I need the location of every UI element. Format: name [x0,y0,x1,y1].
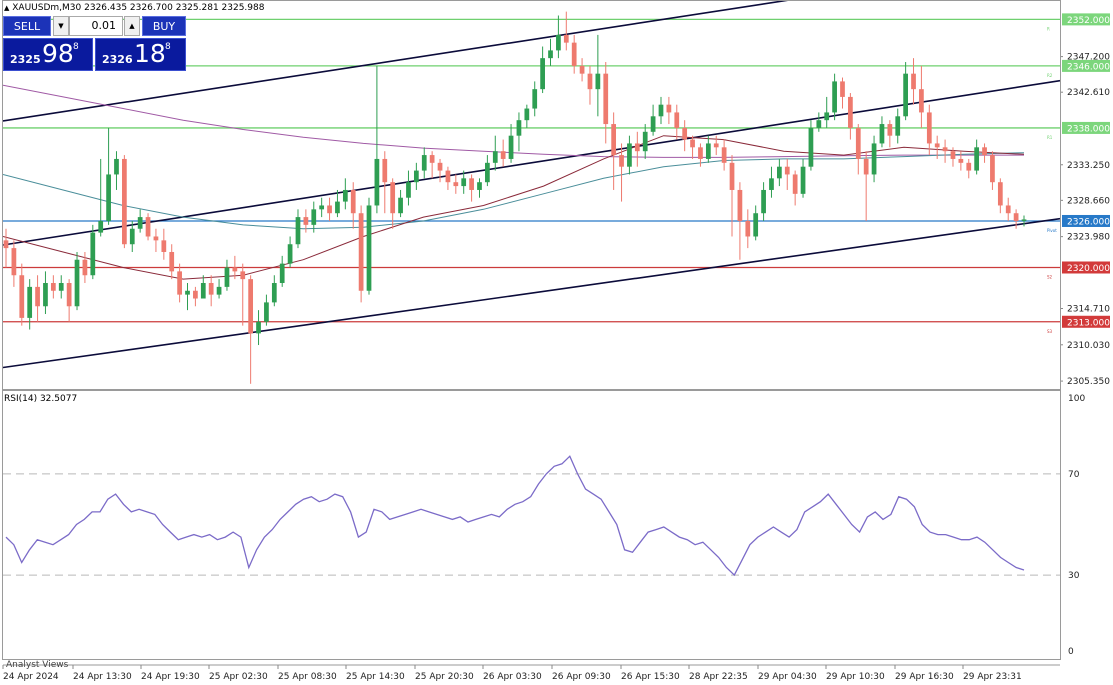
time-tick-label: 24 Apr 19:30 [141,672,200,682]
rsi-tick-label: 30 [1068,571,1080,581]
price-level-label: 2338.000 [1067,124,1110,134]
time-tick-label: 24 Apr 13:30 [73,672,132,682]
analyst-views-tab[interactable]: Analyst Views [6,660,68,670]
volume-increase-icon[interactable]: ▲ [124,16,140,36]
price-tick-label: 2314.710 [1067,305,1110,315]
volume-decrease-icon[interactable]: ▼ [53,16,69,36]
symbol-quote-text: XAUUSDm,M30 2326.435 2326.700 2325.281 2… [12,3,265,13]
price-tick-label: 2328.660 [1067,196,1110,206]
collapse-triangle-icon[interactable]: ▲ [4,4,9,12]
volume-input[interactable]: 0.01 [69,16,123,36]
buy-price-box[interactable]: 2326 18 8 [95,38,186,71]
symbol-info: ▲ XAUUSDm,M30 2326.435 2326.700 2325.281… [4,3,264,13]
chart-window: R R2 R1 Pivot S2 S3 2347.200 2342.610 2333.250 23… [0,0,1113,685]
time-tick-label: 25 Apr 08:30 [278,672,337,682]
time-tick-label: 29 Apr 16:30 [895,672,954,682]
buy-price-fraction: 8 [165,42,171,52]
time-tick-label: 29 Apr 10:30 [826,672,885,682]
time-tick-label: 24 Apr 2024 [3,672,59,682]
rsi-indicator-title: RSI(14) 32.5077 [4,394,78,404]
buy-price-handle: 2326 [102,53,133,66]
rsi-panel-border [2,390,1061,660]
buy-button[interactable]: BUY [142,16,186,36]
rsi-tick-label: 100 [1068,394,1085,404]
sell-price-handle: 2325 [10,53,41,66]
price-tick-label: 2333.250 [1067,161,1110,171]
price-tick-label: 2305.350 [1067,377,1110,387]
price-tick-label: 2310.030 [1067,341,1110,351]
one-click-trading-panel: SELL ▼ 0.01 ▲ BUY 2325 98 8 2326 18 8 [3,16,186,71]
time-tick-label: 26 Apr 03:30 [483,672,542,682]
time-tick-label: 29 Apr 23:31 [963,672,1022,682]
price-level-label: 2346.000 [1067,62,1110,72]
price-tick-label: 2342.610 [1067,88,1110,98]
time-tick-label: 26 Apr 09:30 [552,672,611,682]
sell-button[interactable]: SELL [3,16,51,36]
time-tick-label: 25 Apr 02:30 [209,672,268,682]
time-tick-label: 26 Apr 15:30 [621,672,680,682]
buy-price-pips: 18 [134,39,166,68]
price-level-label: 2352.000 [1067,16,1110,26]
price-level-label: 2313.000 [1067,318,1110,328]
time-tick-label: 28 Apr 22:35 [689,672,748,682]
price-level-label: 2326.000 [1067,217,1110,227]
time-tick-label: 25 Apr 20:30 [415,672,474,682]
price-tick-label: 2323.980 [1067,233,1110,243]
time-tick-label: 25 Apr 14:30 [346,672,405,682]
time-tick-label: 29 Apr 04:30 [758,672,817,682]
rsi-tick-label: 70 [1068,470,1080,480]
price-level-label: 2320.000 [1067,264,1110,274]
sell-price-pips: 98 [42,39,74,68]
sell-price-box[interactable]: 2325 98 8 [3,38,93,71]
sell-price-fraction: 8 [73,42,79,52]
rsi-tick-label: 0 [1068,647,1074,657]
